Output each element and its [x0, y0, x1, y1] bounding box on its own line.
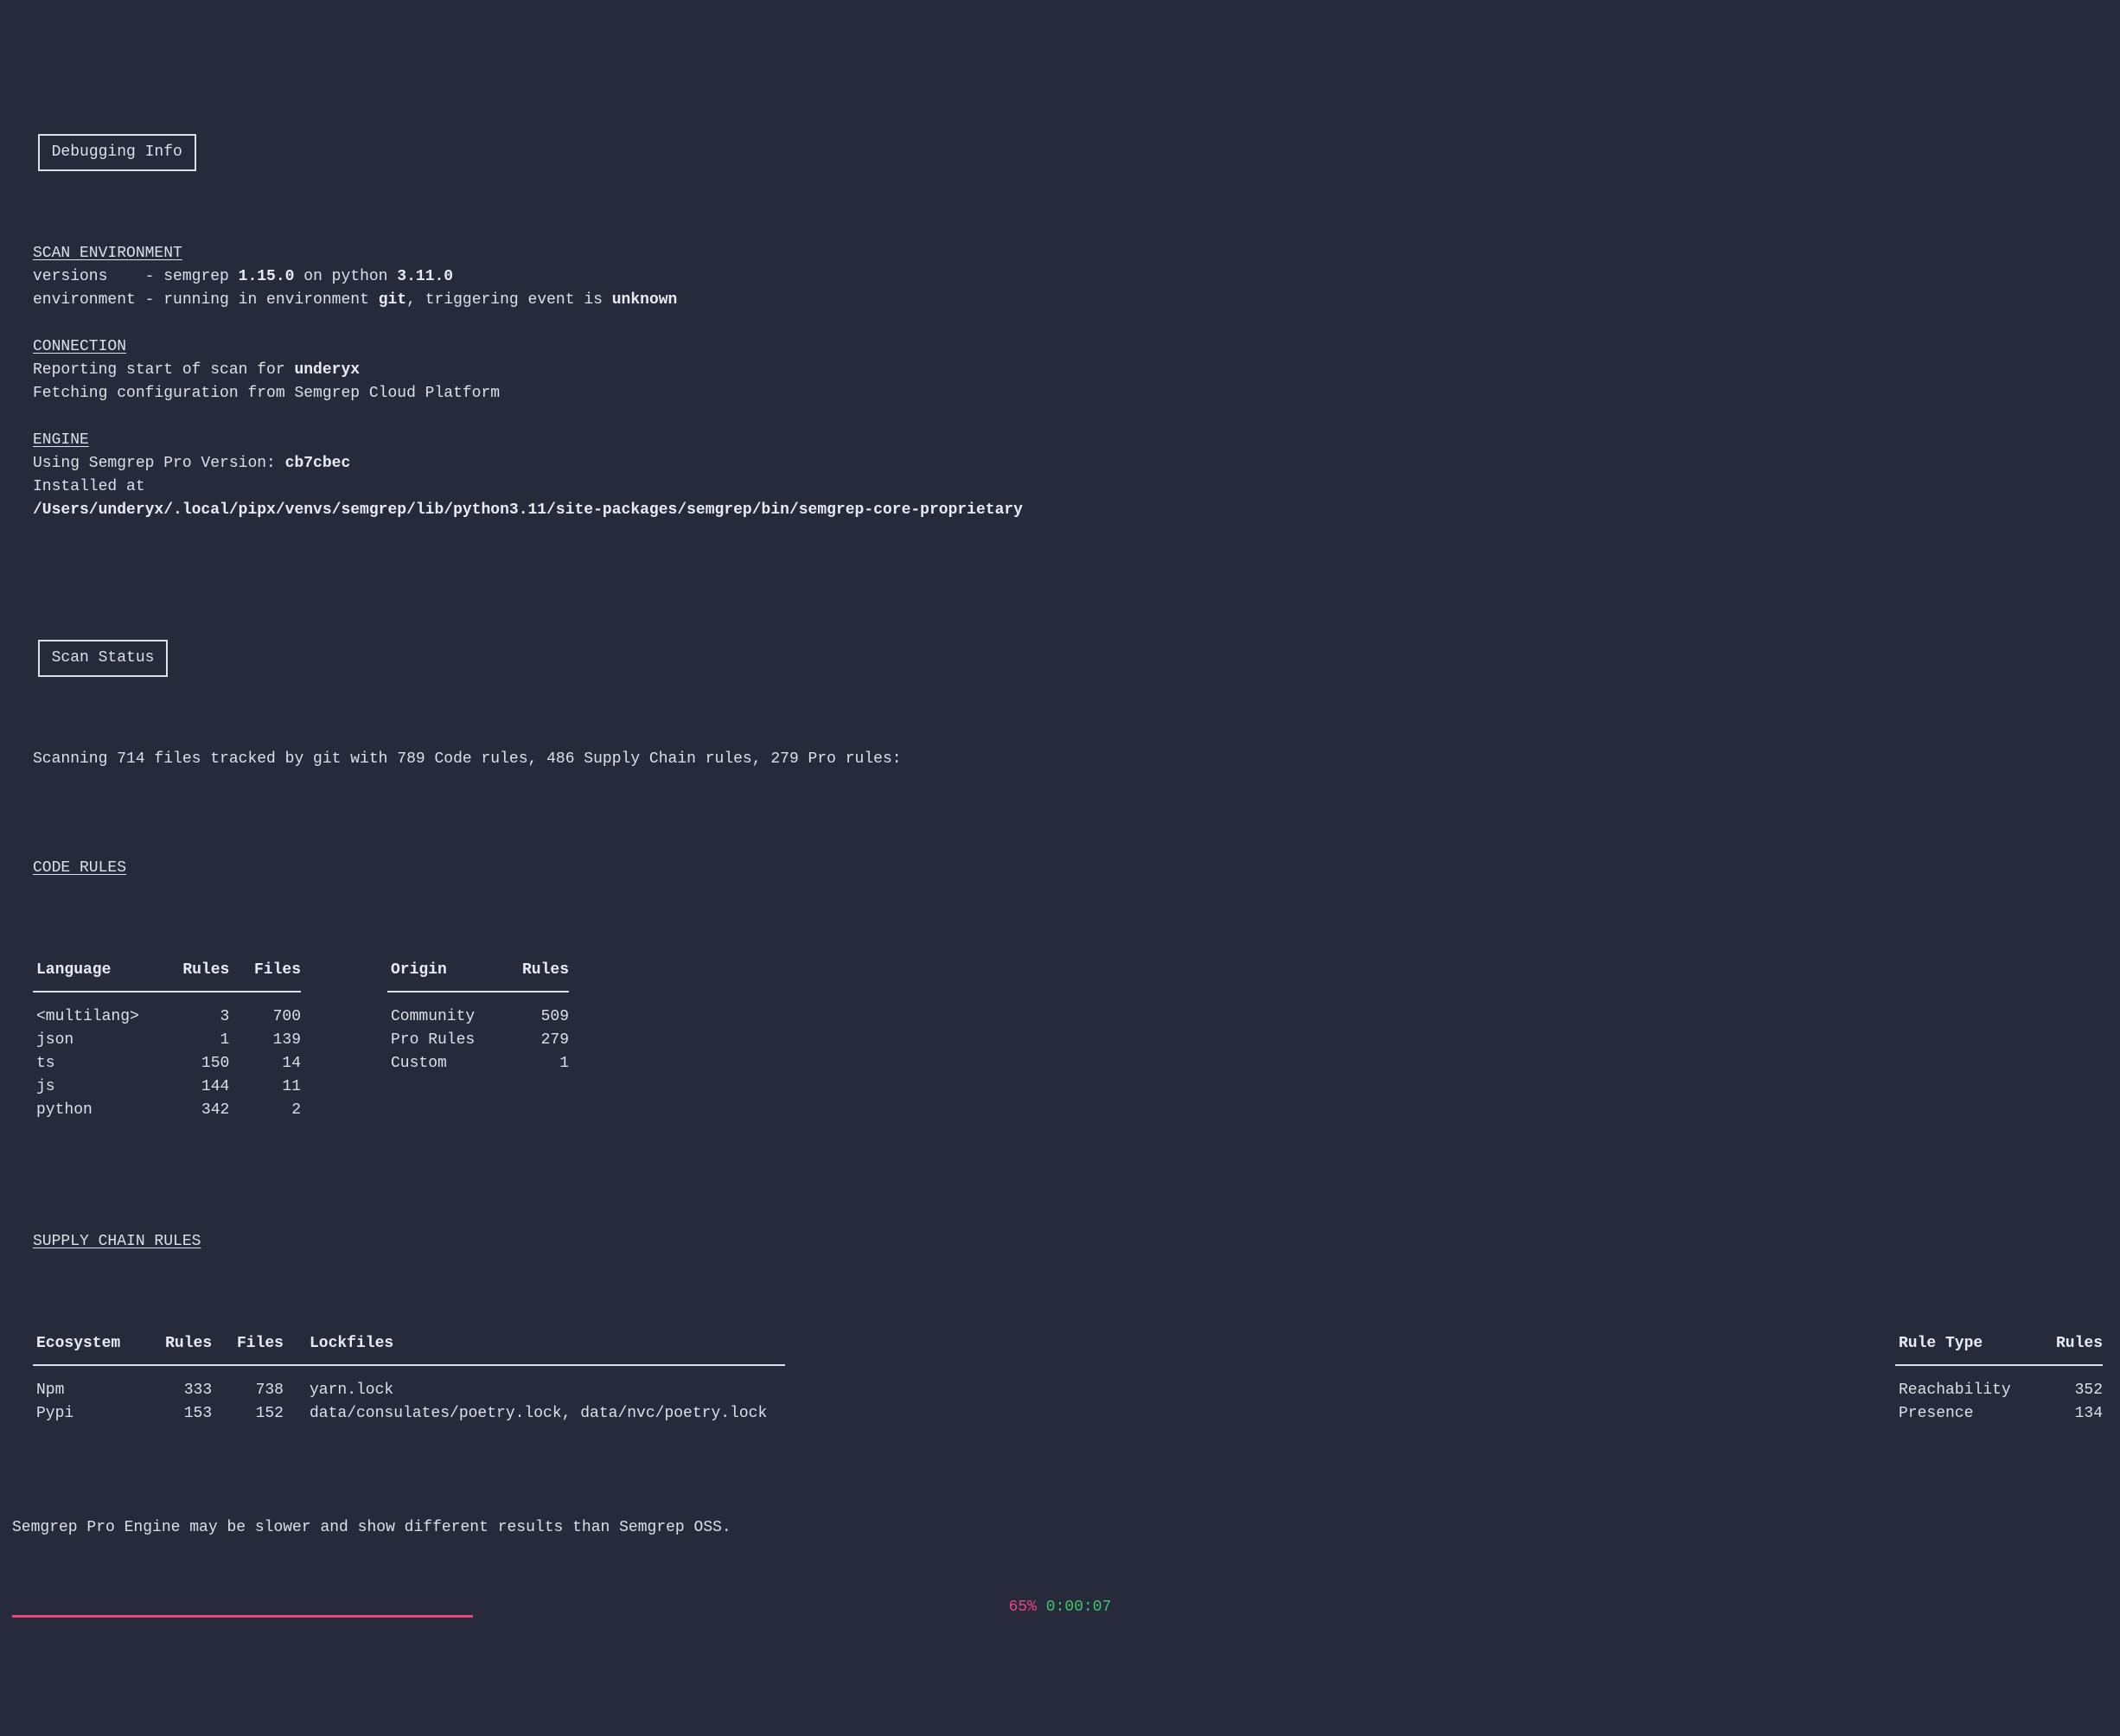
supply-chain-tables: Ecosystem Rules Files Lockfiles Npm33373… — [33, 1332, 2108, 1426]
engine-line2: Installed at — [33, 478, 145, 495]
env-label: environment - — [33, 291, 154, 309]
type-row: Reachability352 — [1895, 1379, 2103, 1402]
eco-header-lockfiles: Lockfiles — [284, 1332, 785, 1356]
env-name: git — [379, 291, 406, 309]
conn-line1: Reporting start of scan for — [33, 361, 294, 379]
conn-user: underyx — [294, 361, 360, 379]
ecosystem-table: Ecosystem Rules Files Lockfiles Npm33373… — [33, 1332, 785, 1426]
footer-message: Semgrep Pro Engine may be slower and sho… — [12, 1516, 2108, 1540]
versions-text2: on python — [294, 268, 397, 285]
origin-header-rules: Rules — [506, 959, 570, 982]
lang-row: js14411 — [33, 1075, 301, 1099]
python-version: 3.11.0 — [397, 268, 453, 285]
origin-row: Pro Rules279 — [387, 1029, 569, 1052]
versions-label: versions - — [33, 268, 154, 285]
env-text2: , triggering event is — [406, 291, 612, 309]
code-rules-section: CODE RULES — [33, 857, 2108, 880]
language-table: Language Rules Files <multilang>3700 jso… — [33, 959, 301, 1122]
scan-environment-section: SCAN ENVIRONMENT versions - semgrep 1.15… — [33, 242, 2108, 522]
eco-header-ecosystem: Ecosystem — [33, 1332, 150, 1356]
eco-row: Pypi153152data/consulates/poetry.lock, d… — [33, 1402, 785, 1426]
lang-header-files: Files — [229, 959, 301, 982]
lang-row: ts15014 — [33, 1052, 301, 1075]
progress-percent: 65% — [1009, 1599, 1037, 1616]
lang-header-rules: Rules — [167, 959, 229, 982]
env-text1: running in environment — [154, 291, 378, 309]
connection-heading: CONNECTION — [33, 338, 126, 355]
engine-line1: Using Semgrep Pro Version: — [33, 455, 285, 472]
scan-env-heading: SCAN ENVIRONMENT — [33, 245, 182, 262]
progress-bar-fill — [12, 1615, 473, 1618]
engine-path: /Users/underyx/.local/pipx/venvs/semgrep… — [33, 501, 1023, 519]
type-header-rules: Rules — [2040, 1332, 2103, 1356]
debugging-info-title: Debugging Info — [38, 134, 196, 171]
code-rules-heading: CODE RULES — [33, 859, 126, 877]
origin-header-origin: Origin — [387, 959, 506, 982]
lang-row: json1139 — [33, 1029, 301, 1052]
versions-text1: semgrep — [154, 268, 238, 285]
semgrep-version: 1.15.0 — [239, 268, 295, 285]
engine-version: cb7cbec — [285, 455, 351, 472]
origin-row: Community509 — [387, 1005, 569, 1029]
eco-header-rules: Rules — [150, 1332, 213, 1356]
event-name: unknown — [612, 291, 678, 309]
eco-row: Npm333738yarn.lock — [33, 1379, 785, 1402]
conn-line2: Fetching configuration from Semgrep Clou… — [33, 385, 500, 402]
supply-chain-section: SUPPLY CHAIN RULES — [33, 1230, 2108, 1254]
lang-header-language: Language — [33, 959, 167, 982]
origin-table: Origin Rules Community509 Pro Rules279 C… — [387, 959, 569, 1122]
scan-status-box: Scan Status Scanning 714 files tracked b… — [12, 616, 2108, 1449]
type-row: Presence134 — [1895, 1402, 2103, 1426]
type-header-ruletype: Rule Type — [1895, 1332, 2040, 1356]
origin-row: Custom1 — [387, 1052, 569, 1075]
rule-type-table: Rule Type Rules Reachability352 Presence… — [1895, 1332, 2103, 1426]
debugging-info-box: Debugging Info SCAN ENVIRONMENT versions… — [12, 111, 2108, 570]
progress-time: 0:00:07 — [1046, 1599, 1112, 1616]
code-rules-tables: Language Rules Files <multilang>3700 jso… — [33, 959, 2108, 1122]
supply-chain-heading: SUPPLY CHAIN RULES — [33, 1233, 201, 1250]
scan-status-title: Scan Status — [38, 640, 169, 677]
lang-row: python3422 — [33, 1099, 301, 1122]
engine-heading: ENGINE — [33, 431, 89, 449]
lang-row: <multilang>3700 — [33, 1005, 301, 1029]
eco-header-files: Files — [212, 1332, 284, 1356]
progress-bar — [12, 1568, 2108, 1571]
scan-summary: Scanning 714 files tracked by git with 7… — [33, 748, 2108, 771]
